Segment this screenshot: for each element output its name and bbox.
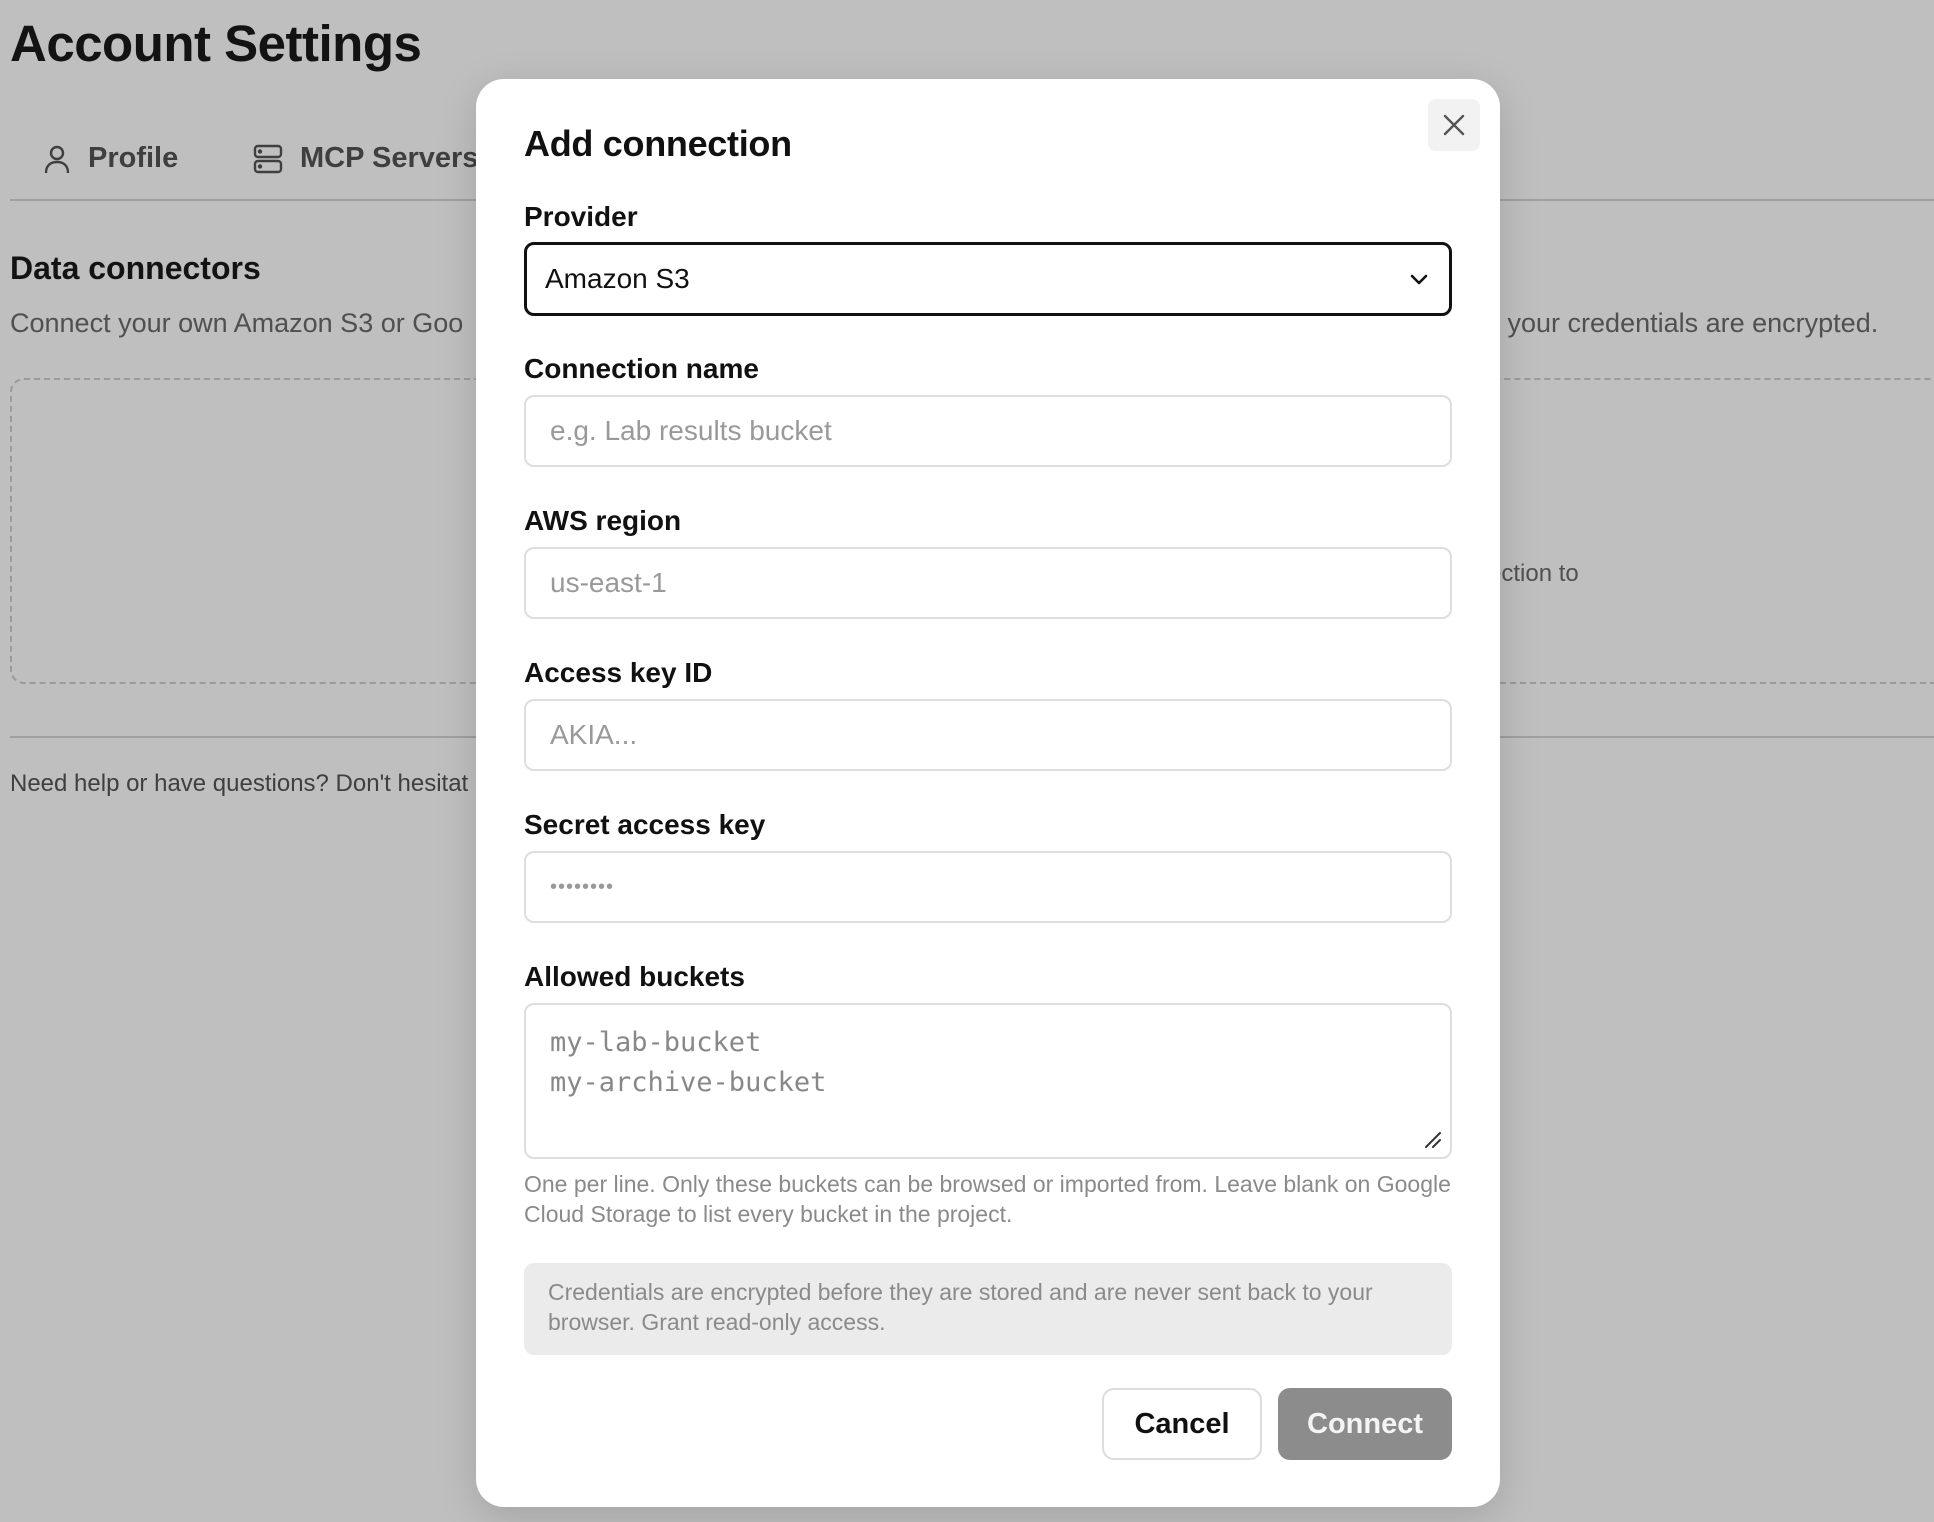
connection-name-input[interactable]: e.g. Lab results bucket bbox=[524, 395, 1452, 467]
allowed-buckets-placeholder-line: my-lab-bucket bbox=[550, 1027, 762, 1058]
cancel-button[interactable]: Cancel bbox=[1102, 1388, 1262, 1460]
aws-region-label: AWS region bbox=[524, 505, 682, 536]
connection-name-label: Connection name bbox=[524, 353, 759, 384]
access-key-id-placeholder: AKIA... bbox=[550, 719, 638, 750]
resize-grip-icon[interactable] bbox=[1422, 1129, 1442, 1149]
allowed-buckets-placeholder-line: my-archive-bucket bbox=[550, 1067, 827, 1098]
connect-button[interactable]: Connect bbox=[1278, 1388, 1452, 1460]
aws-region-placeholder: us-east-1 bbox=[550, 567, 667, 598]
aws-region-input[interactable]: us-east-1 bbox=[524, 547, 1452, 619]
secret-access-key-input[interactable]: •••••••• bbox=[524, 851, 1452, 923]
access-key-id-label: Access key ID bbox=[524, 657, 713, 688]
provider-label: Provider bbox=[524, 201, 638, 232]
dialog-title: Add connection bbox=[524, 123, 792, 164]
add-connection-dialog: Add connection Provider Amazon S3 Connec… bbox=[476, 79, 1500, 1507]
chevron-down-icon bbox=[1407, 267, 1431, 291]
allowed-buckets-label: Allowed buckets bbox=[524, 961, 745, 992]
secret-access-key-label: Secret access key bbox=[524, 809, 766, 840]
allowed-buckets-textarea[interactable]: my-lab-bucket my-archive-bucket bbox=[524, 1003, 1452, 1159]
connection-name-placeholder: e.g. Lab results bucket bbox=[550, 415, 832, 446]
close-button[interactable] bbox=[1428, 99, 1480, 151]
close-icon bbox=[1443, 114, 1465, 136]
provider-select[interactable]: Amazon S3 bbox=[524, 242, 1452, 316]
access-key-id-input[interactable]: AKIA... bbox=[524, 699, 1452, 771]
provider-value: Amazon S3 bbox=[545, 263, 690, 294]
credentials-notice: Credentials are encrypted before they ar… bbox=[524, 1263, 1452, 1355]
allowed-buckets-hint: One per line. Only these buckets can be … bbox=[524, 1171, 1451, 1227]
secret-access-key-placeholder: •••••••• bbox=[550, 875, 615, 898]
